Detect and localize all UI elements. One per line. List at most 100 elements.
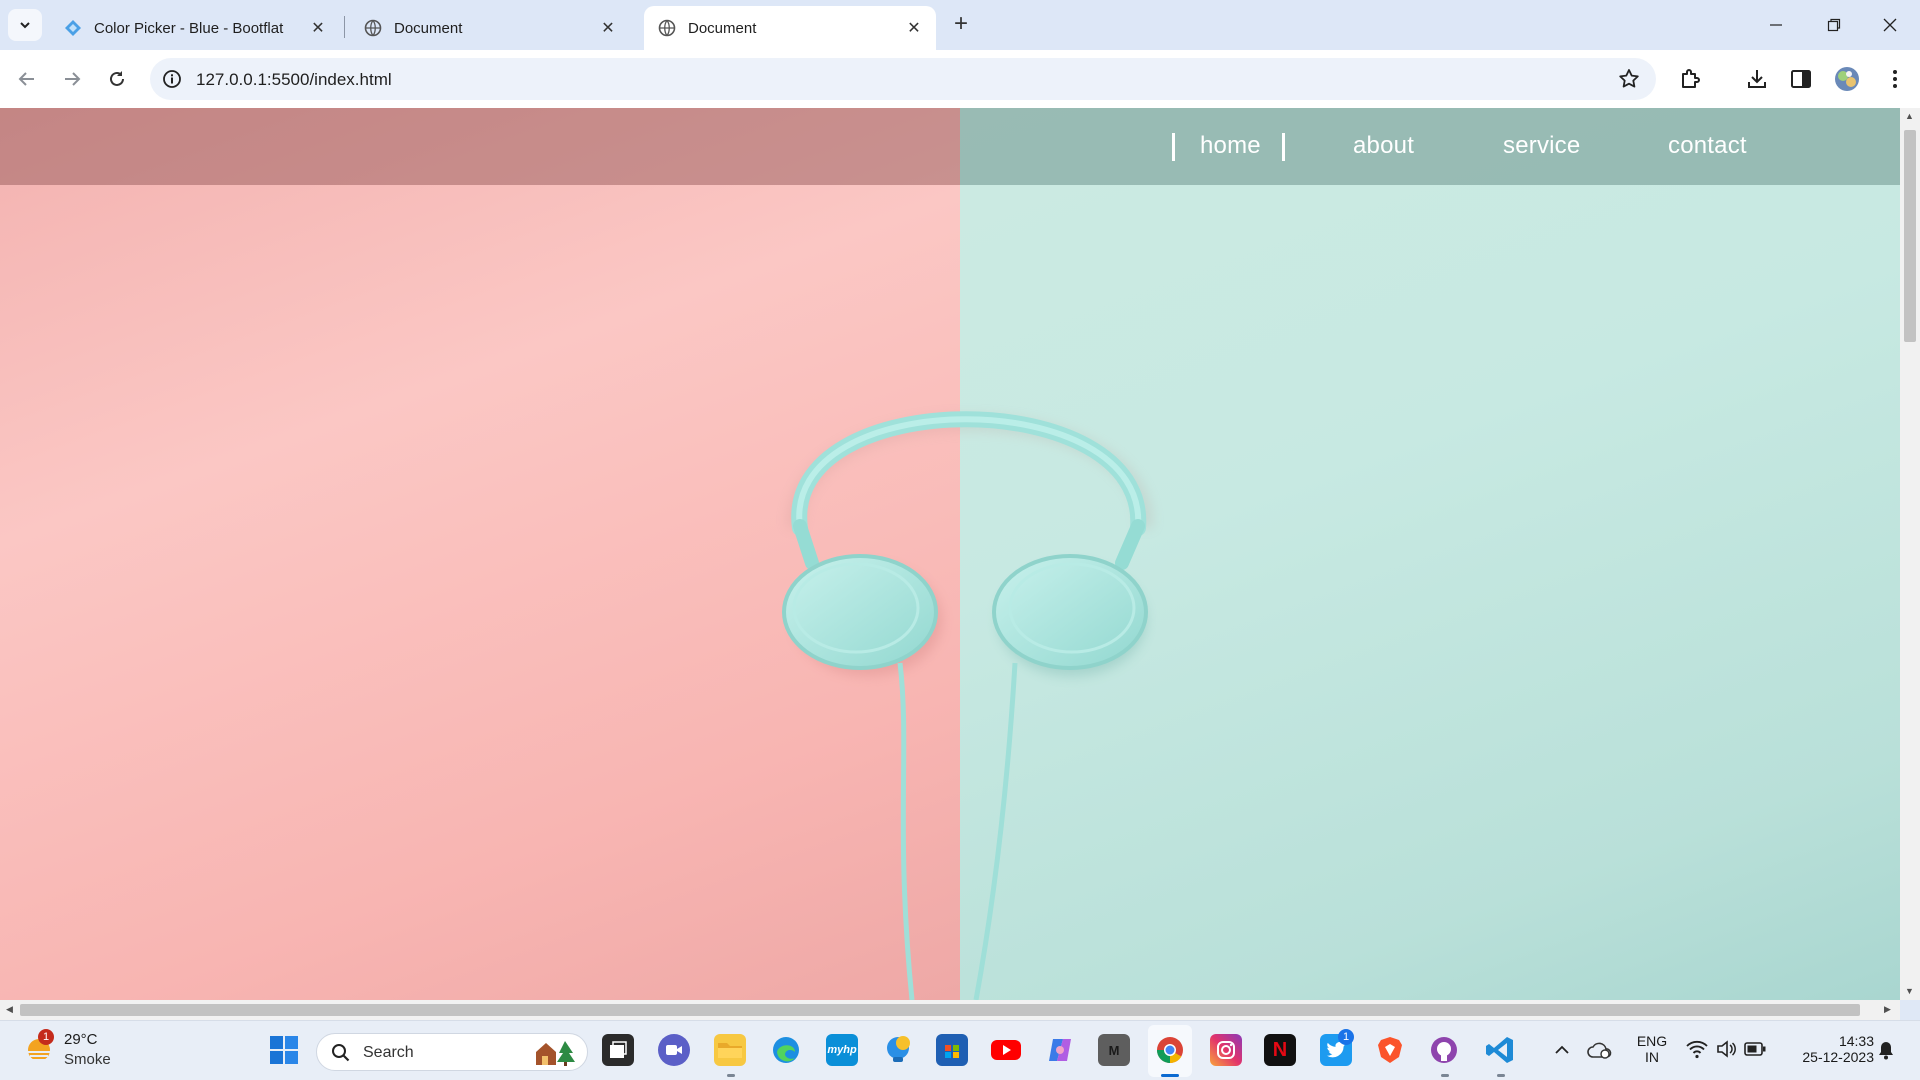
horizontal-scrollbar[interactable]: ◀ ▶	[0, 1000, 1900, 1020]
running-indicator	[1441, 1074, 1449, 1077]
scroll-up-icon[interactable]: ▲	[1905, 111, 1914, 121]
clock-date: 25-12-2023	[1802, 1049, 1874, 1065]
nav-active-bar-right	[1282, 133, 1285, 161]
bookmark-star-icon[interactable]	[1618, 68, 1640, 90]
instagram-icon[interactable]	[1210, 1034, 1242, 1066]
weather-desc: Smoke	[64, 1051, 111, 1068]
copilot-icon[interactable]	[1044, 1034, 1076, 1066]
weather-badge: 1	[38, 1029, 54, 1045]
profile-avatar[interactable]	[1834, 66, 1860, 92]
back-button[interactable]	[11, 63, 43, 95]
store-icon[interactable]	[936, 1034, 968, 1066]
scroll-right-icon[interactable]: ▶	[1884, 1004, 1891, 1015]
scroll-left-icon[interactable]: ◀	[6, 1004, 13, 1015]
vscode-logo-icon	[1486, 1037, 1513, 1063]
globe-icon	[658, 19, 676, 37]
kebab-menu-icon	[1893, 70, 1897, 88]
github-octocat-icon	[1431, 1037, 1457, 1063]
tab-document-1[interactable]: Document ✕	[350, 6, 630, 50]
chrome-icon[interactable]	[1154, 1034, 1186, 1066]
horizontal-scroll-thumb[interactable]	[20, 1004, 1860, 1016]
edge-icon[interactable]	[770, 1034, 802, 1066]
forward-button[interactable]	[56, 63, 88, 95]
youtube-icon[interactable]	[990, 1034, 1022, 1066]
cloud-sync-icon	[1587, 1042, 1612, 1059]
vertical-scrollbar[interactable]: ▲ ▼	[1900, 108, 1920, 1000]
notifications-button[interactable]	[1870, 1034, 1902, 1066]
file-explorer-icon[interactable]	[714, 1034, 746, 1066]
task-view-icon[interactable]	[602, 1034, 634, 1066]
tab-search-button[interactable]	[8, 9, 42, 41]
meet-icon[interactable]	[658, 1034, 690, 1066]
chevron-down-icon	[20, 22, 30, 29]
input-language[interactable]: ENG IN	[1630, 1033, 1674, 1065]
close-icon[interactable]: ✕	[904, 18, 924, 38]
vscode-icon[interactable]	[1484, 1034, 1516, 1066]
weather-temp: 29°C	[64, 1031, 98, 1048]
close-icon	[1883, 18, 1897, 32]
chevron-up-icon	[1555, 1045, 1569, 1054]
minimize-button[interactable]	[1756, 8, 1796, 42]
taskbar-search[interactable]: Search	[316, 1033, 588, 1071]
restore-button[interactable]	[1814, 8, 1854, 42]
clock[interactable]: 14:33 25-12-2023	[1778, 1033, 1874, 1065]
lightbulb-icon	[887, 1036, 910, 1062]
nav-link-contact[interactable]: contact	[1668, 132, 1747, 160]
avatar-icon	[1835, 67, 1859, 91]
tray-overflow-button[interactable]	[1546, 1034, 1578, 1066]
download-icon	[1748, 70, 1766, 88]
nav-active-bar-left	[1172, 133, 1175, 161]
myhp-icon[interactable]: myhp	[826, 1034, 858, 1066]
address-bar[interactable]: 127.0.0.1:5500/index.html	[150, 58, 1656, 100]
side-panel-button[interactable]	[1788, 66, 1814, 92]
side-panel-icon	[1791, 70, 1811, 88]
reload-button[interactable]	[101, 63, 133, 95]
new-tab-button[interactable]: +	[948, 12, 974, 38]
clock-time: 14:33	[1838, 1033, 1874, 1049]
wifi-icon	[1686, 1040, 1708, 1059]
tab-strip: Color Picker - Blue - Bootflat ✕ Documen…	[0, 0, 1920, 50]
extensions-button[interactable]	[1678, 66, 1704, 92]
vertical-scroll-thumb[interactable]	[1904, 130, 1916, 342]
chrome-menu-button[interactable]	[1882, 66, 1908, 92]
tips-icon[interactable]	[882, 1034, 914, 1066]
close-window-button[interactable]	[1870, 8, 1910, 42]
nav-link-home[interactable]: home	[1200, 132, 1261, 160]
weather-widget[interactable]: 1 29°C Smoke	[18, 1021, 128, 1080]
running-indicator	[727, 1074, 735, 1077]
nav-link-service[interactable]: service	[1503, 132, 1580, 160]
instagram-camera-icon	[1217, 1041, 1235, 1059]
info-icon[interactable]	[162, 69, 182, 89]
start-icon[interactable]	[268, 1034, 300, 1066]
camera-icon	[666, 1045, 682, 1055]
scroll-down-icon[interactable]: ▼	[1905, 986, 1914, 996]
github-icon[interactable]	[1428, 1034, 1460, 1066]
headphones-image	[782, 411, 1154, 1000]
globe-icon	[364, 19, 382, 37]
region-code: IN	[1645, 1049, 1659, 1065]
puzzle-icon	[1682, 69, 1700, 88]
tab-document-active[interactable]: Document ✕	[644, 6, 936, 50]
m-app-icon[interactable]: M	[1098, 1034, 1130, 1066]
downloads-button[interactable]	[1744, 66, 1770, 92]
onedrive-icon[interactable]	[1584, 1034, 1616, 1066]
restore-icon	[1827, 18, 1841, 32]
windows-taskbar: 1 29°C Smoke Search myhp M N 1 ENG IN 14…	[0, 1020, 1920, 1080]
close-icon[interactable]: ✕	[598, 18, 618, 38]
battery-icon	[1744, 1042, 1766, 1056]
arrow-left-icon	[18, 72, 34, 86]
url-text[interactable]: 127.0.0.1:5500/index.html	[196, 70, 392, 90]
tab-title: Document	[394, 19, 463, 37]
page-viewport: home about service contact	[0, 108, 1900, 1000]
close-icon[interactable]: ✕	[308, 18, 328, 38]
nav-link-about[interactable]: about	[1353, 132, 1414, 160]
quick-settings[interactable]	[1682, 1039, 1772, 1063]
brave-icon[interactable]	[1374, 1034, 1406, 1066]
netflix-icon[interactable]: N	[1264, 1034, 1296, 1066]
minimize-icon	[1770, 24, 1782, 26]
arrow-right-icon	[65, 72, 81, 86]
tab-title: Document	[688, 19, 757, 37]
bootflat-favicon-icon	[65, 20, 81, 36]
chrome-logo-icon	[1156, 1037, 1183, 1064]
tab-color-picker[interactable]: Color Picker - Blue - Bootflat ✕	[50, 6, 340, 50]
